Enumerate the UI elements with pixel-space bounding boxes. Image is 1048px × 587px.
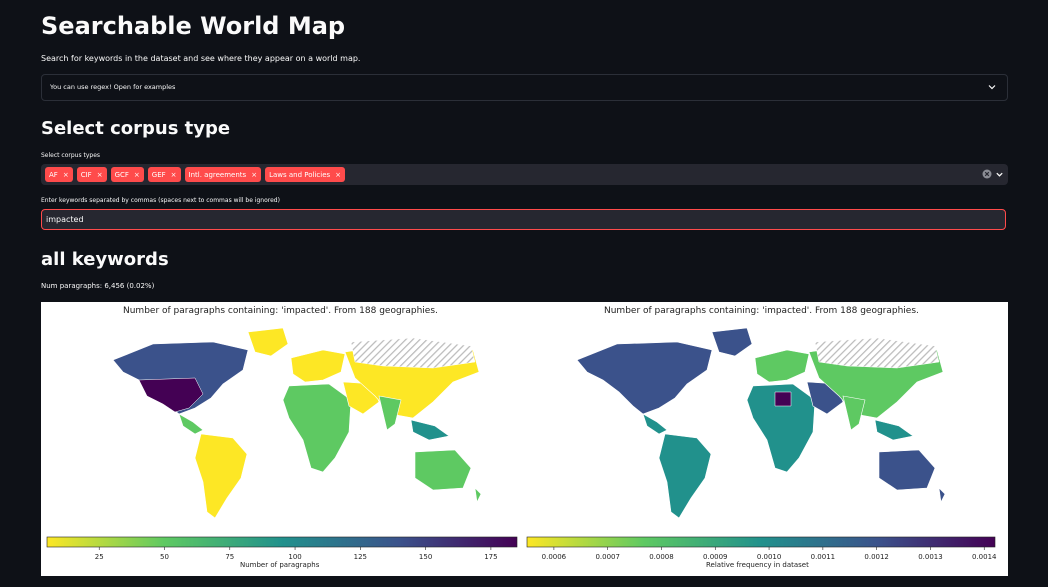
- region-eu: [290, 349, 346, 383]
- no-data-region: [814, 337, 940, 369]
- tag-label: GCF: [114, 170, 129, 179]
- keywords-label: Enter keywords separated by commas (spac…: [41, 197, 280, 204]
- corpus-tag[interactable]: CIF ×: [76, 167, 107, 182]
- remove-tag-icon[interactable]: ×: [171, 171, 177, 179]
- region-greenland: [247, 327, 289, 357]
- colorbar-tick-label: 75: [225, 553, 234, 561]
- remove-tag-icon[interactable]: ×: [251, 171, 257, 179]
- regex-examples-expander[interactable]: You can use regex! Open for examples: [41, 74, 1008, 101]
- results-heading: all keywords: [41, 249, 169, 270]
- tag-label: GEF: [151, 170, 166, 179]
- expander-label: You can use regex! Open for examples: [50, 83, 176, 91]
- colorbar-tick-label: 0.0009: [703, 553, 728, 561]
- clear-all-icon[interactable]: [982, 169, 992, 179]
- region-ca: [642, 413, 668, 435]
- colorbar-tick-label: 0.0007: [595, 553, 620, 561]
- keywords-input-box[interactable]: [41, 209, 1006, 230]
- region-highlight: [774, 391, 792, 407]
- region-india: [378, 395, 402, 431]
- corpus-tag[interactable]: Intl. agreements ×: [184, 167, 262, 182]
- colorbar-gradient: [526, 536, 996, 548]
- remove-tag-icon[interactable]: ×: [134, 171, 140, 179]
- colorbar-tick-label: 150: [419, 553, 432, 561]
- colorbar-tick-label: 125: [354, 553, 367, 561]
- corpus-tag[interactable]: GEF ×: [147, 167, 181, 182]
- chevron-down-icon[interactable]: [995, 170, 1004, 179]
- no-data-region: [350, 337, 476, 369]
- region-aus: [878, 449, 936, 491]
- remove-tag-icon[interactable]: ×: [97, 171, 103, 179]
- colorbar-tick-label: 0.0013: [918, 553, 943, 561]
- corpus-tags: AF × CIF × GCF × GEF × Intl. agreements × Law…: [45, 167, 346, 182]
- world-map-count: [112, 327, 482, 519]
- colorbar-frequency: 0.0006 0.0007 0.0008 0.0009 0.0010 0.0011 0.00…: [526, 536, 997, 561]
- colorbar-tick-label: 0.0008: [649, 553, 674, 561]
- colorbar-gradient: [46, 536, 518, 548]
- page-subtitle: Search for keywords in the dataset and s…: [41, 54, 361, 63]
- corpus-tag[interactable]: AF ×: [45, 167, 73, 182]
- region-sa: [658, 433, 712, 519]
- tag-label: AF: [49, 170, 58, 179]
- colorbar-tick-label: 0.0012: [864, 553, 889, 561]
- keywords-input[interactable]: [46, 212, 986, 226]
- corpus-heading: Select corpus type: [41, 118, 231, 139]
- corpus-tag[interactable]: GCF ×: [110, 167, 144, 182]
- remove-tag-icon[interactable]: ×: [335, 171, 341, 179]
- map-title-frequency: Number of paragraphs containing: 'impact…: [604, 306, 919, 316]
- colorbar-tick-label: 25: [95, 553, 104, 561]
- region-nz: [474, 487, 482, 503]
- num-paragraphs-stat: Num paragraphs: 6,456 (0.02%): [41, 282, 155, 290]
- region-india: [842, 395, 866, 431]
- region-sea: [410, 419, 450, 441]
- region-af: [282, 383, 352, 473]
- region-sa: [194, 433, 248, 519]
- colorbar-tick-label: 0.0010: [757, 553, 782, 561]
- tag-label: Intl. agreements: [188, 170, 247, 179]
- colorbar-tick-label: 50: [160, 553, 169, 561]
- colorbar-tick-label: 0.0014: [972, 553, 997, 561]
- region-na: [576, 341, 713, 415]
- colorbar-label-frequency: Relative frequency in dataset: [706, 561, 809, 569]
- colorbar-count: 25 50 75 100 125 150 175: [46, 536, 518, 561]
- region-eu: [754, 349, 810, 383]
- world-map-figure: Number of paragraphs containing: 'impact…: [41, 302, 1008, 576]
- corpus-multiselect[interactable]: AF × CIF × GCF × GEF × Intl. agreements × Law…: [41, 164, 1008, 185]
- world-map-frequency: [576, 327, 946, 519]
- corpus-select-label: Select corpus types: [41, 152, 101, 159]
- tag-label: CIF: [80, 170, 92, 179]
- region-nz: [938, 487, 946, 503]
- colorbar-tick-label: 0.0006: [542, 553, 567, 561]
- colorbar-tick-label: 175: [484, 553, 497, 561]
- chevron-down-icon: [988, 85, 996, 90]
- remove-tag-icon[interactable]: ×: [63, 171, 69, 179]
- colorbar-label-count: Number of paragraphs: [240, 561, 320, 569]
- region-greenland: [711, 327, 753, 357]
- region-ca: [178, 413, 204, 435]
- map-title-count: Number of paragraphs containing: 'impact…: [123, 306, 438, 316]
- colorbar-tick-label: 0.0011: [811, 553, 836, 561]
- tag-label: Laws and Policies: [269, 170, 331, 179]
- page-title: Searchable World Map: [41, 12, 346, 40]
- region-sea: [874, 419, 914, 441]
- corpus-tag[interactable]: Laws and Policies ×: [265, 167, 346, 182]
- colorbar-tick-label: 100: [288, 553, 301, 561]
- region-aus: [414, 449, 472, 491]
